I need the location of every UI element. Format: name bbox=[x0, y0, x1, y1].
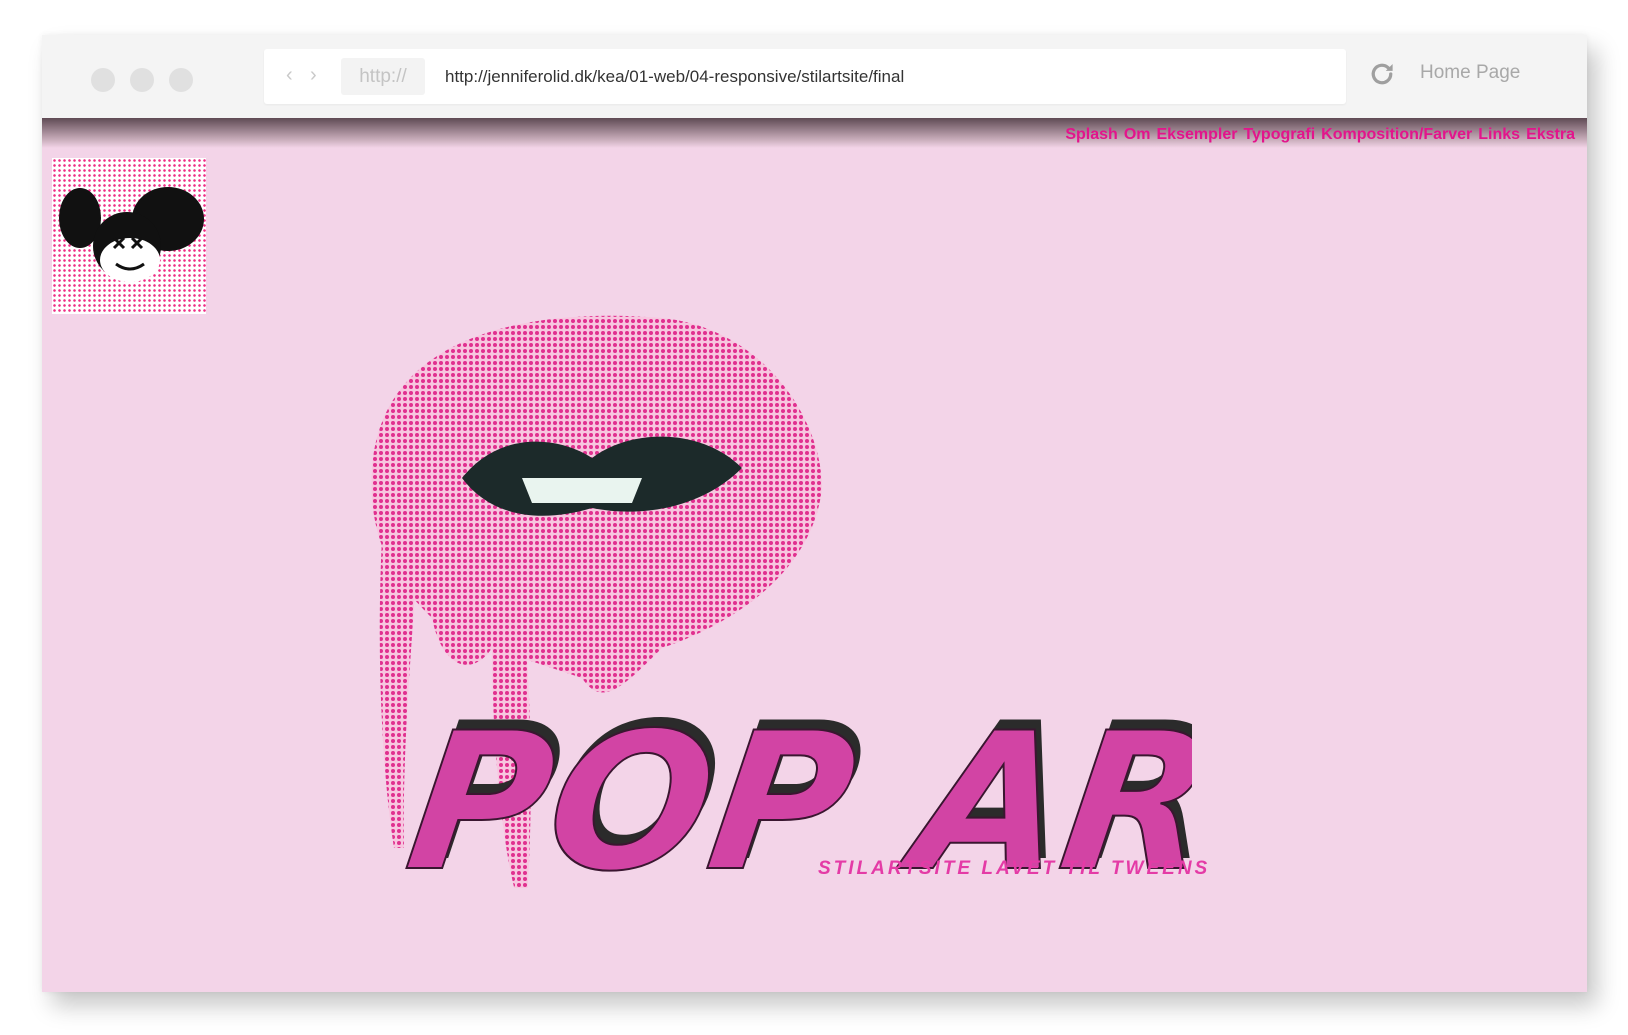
nav-item-splash[interactable]: Splash bbox=[1065, 126, 1117, 144]
home-page-link[interactable]: Home Page bbox=[1420, 62, 1520, 84]
nav-item-om[interactable]: Om bbox=[1124, 126, 1151, 144]
window-close-dot[interactable] bbox=[91, 68, 115, 92]
nav-item-typografi[interactable]: Typografi bbox=[1243, 126, 1315, 144]
back-arrow-icon[interactable]: ‹ bbox=[286, 65, 293, 85]
mouse-logo-icon bbox=[59, 187, 204, 282]
site-logo[interactable] bbox=[52, 158, 206, 314]
reload-icon[interactable] bbox=[1367, 59, 1397, 89]
page-content: Splash Om Eksempler Typografi Kompositio… bbox=[42, 118, 1587, 992]
address-bar[interactable]: ‹ › http:// http://jenniferolid.dk/kea/0… bbox=[264, 49, 1346, 104]
main-nav: Splash Om Eksempler Typografi Kompositio… bbox=[1065, 126, 1575, 144]
nav-item-ekstra[interactable]: Ekstra bbox=[1526, 126, 1575, 144]
hero-subtitle: STILARTSITE LAVET TIL TWEENS bbox=[818, 858, 1211, 879]
forward-arrow-icon[interactable]: › bbox=[310, 65, 317, 85]
url-text[interactable]: http://jenniferolid.dk/kea/01-web/04-res… bbox=[445, 49, 904, 104]
window-maximize-dot[interactable] bbox=[169, 68, 193, 92]
nav-item-links[interactable]: Links bbox=[1478, 126, 1520, 144]
nav-item-komposition-farver[interactable]: Komposition/Farver bbox=[1321, 126, 1472, 144]
browser-window: ‹ › http:// http://jenniferolid.dk/kea/0… bbox=[42, 35, 1587, 992]
nav-item-eksempler[interactable]: Eksempler bbox=[1157, 126, 1238, 144]
browser-toolbar: ‹ › http:// http://jenniferolid.dk/kea/0… bbox=[42, 35, 1587, 118]
url-protocol: http:// bbox=[341, 58, 425, 95]
window-minimize-dot[interactable] bbox=[130, 68, 154, 92]
